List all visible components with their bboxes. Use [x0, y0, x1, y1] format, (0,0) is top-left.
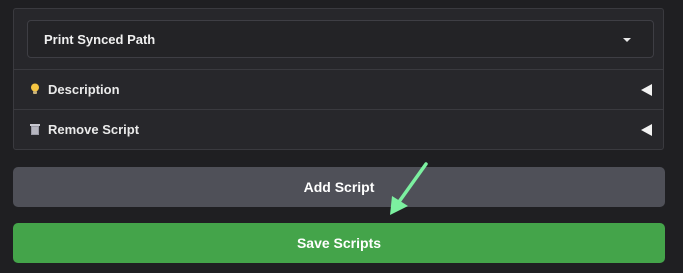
- script-panel: Print Synced Path Description Remove Scr…: [13, 8, 664, 150]
- chevron-down-icon[interactable]: [623, 38, 631, 42]
- script-select-value: Print Synced Path: [44, 32, 156, 47]
- description-section-toggle[interactable]: Description: [14, 69, 663, 109]
- collapse-left-icon[interactable]: [641, 124, 652, 136]
- collapse-left-icon[interactable]: [641, 84, 652, 96]
- lightbulb-icon: [28, 82, 42, 96]
- remove-script-section-label: Remove Script: [48, 122, 140, 137]
- add-script-button[interactable]: Add Script: [13, 167, 665, 207]
- script-select[interactable]: Print Synced Path: [27, 20, 654, 58]
- trash-icon: [28, 122, 42, 136]
- remove-script-section-toggle[interactable]: Remove Script: [14, 109, 663, 149]
- scripts-editor: Print Synced Path Description Remove Scr…: [0, 0, 683, 273]
- save-scripts-button[interactable]: Save Scripts: [13, 223, 665, 263]
- description-section-label: Description: [48, 82, 120, 97]
